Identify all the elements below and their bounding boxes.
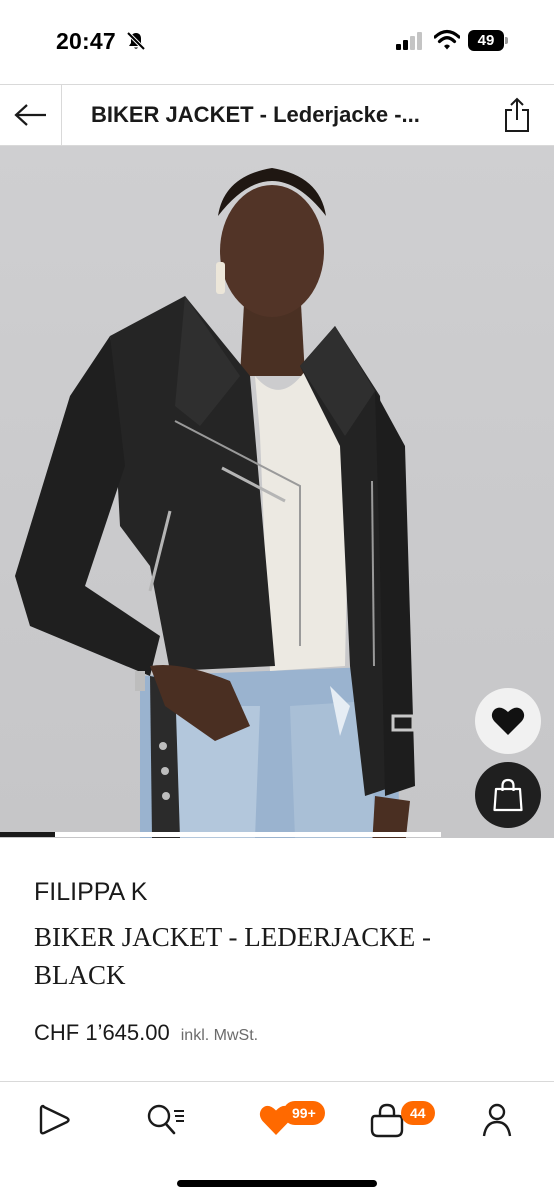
image-gallery-progress-fill (0, 832, 56, 837)
home-indicator (177, 1180, 377, 1187)
person-icon (482, 1103, 512, 1137)
product-header: BIKER JACKET - Lederjacke -... (0, 84, 554, 146)
image-gallery-progress (0, 832, 441, 837)
back-button[interactable] (0, 85, 62, 145)
nav-search[interactable] (141, 1098, 191, 1142)
product-price: CHF 1’645.00 (34, 1020, 170, 1045)
battery-icon: 49 (468, 30, 508, 51)
battery-level: 49 (477, 32, 495, 49)
nav-home[interactable] (30, 1098, 80, 1142)
heart-icon (491, 707, 525, 735)
nav-account[interactable] (472, 1098, 522, 1142)
add-to-wishlist-button[interactable] (475, 688, 541, 754)
page-title: BIKER JACKET - Lederjacke -... (91, 102, 420, 127)
wifi-icon (434, 29, 460, 50)
search-filter-icon (147, 1104, 184, 1135)
bag-count-badge: 44 (401, 1101, 435, 1125)
share-button[interactable] (497, 95, 537, 135)
product-name: BIKER JACKET - LEDERJACKE - BLACK (34, 922, 431, 990)
price-row: CHF 1’645.00 inkl. MwSt. (34, 1020, 258, 1046)
add-to-bag-button[interactable] (475, 762, 541, 828)
wishlist-count-badge: 99+ (283, 1101, 325, 1125)
play-outline-icon (39, 1104, 70, 1135)
tax-note: inkl. MwSt. (180, 1027, 259, 1044)
share-icon (505, 97, 529, 132)
arrow-left-icon (13, 104, 46, 126)
signal-icon (396, 32, 422, 50)
shopping-bag-icon (493, 778, 523, 812)
product-image[interactable] (0, 146, 554, 838)
bell-slash-icon (126, 31, 146, 51)
bag-icon (370, 1103, 404, 1138)
status-time: 20:47 (56, 28, 116, 54)
status-bar: 20:47 49 (0, 0, 554, 84)
product-photo (15, 168, 415, 838)
brand-name[interactable]: FILIPPA K (34, 878, 147, 907)
